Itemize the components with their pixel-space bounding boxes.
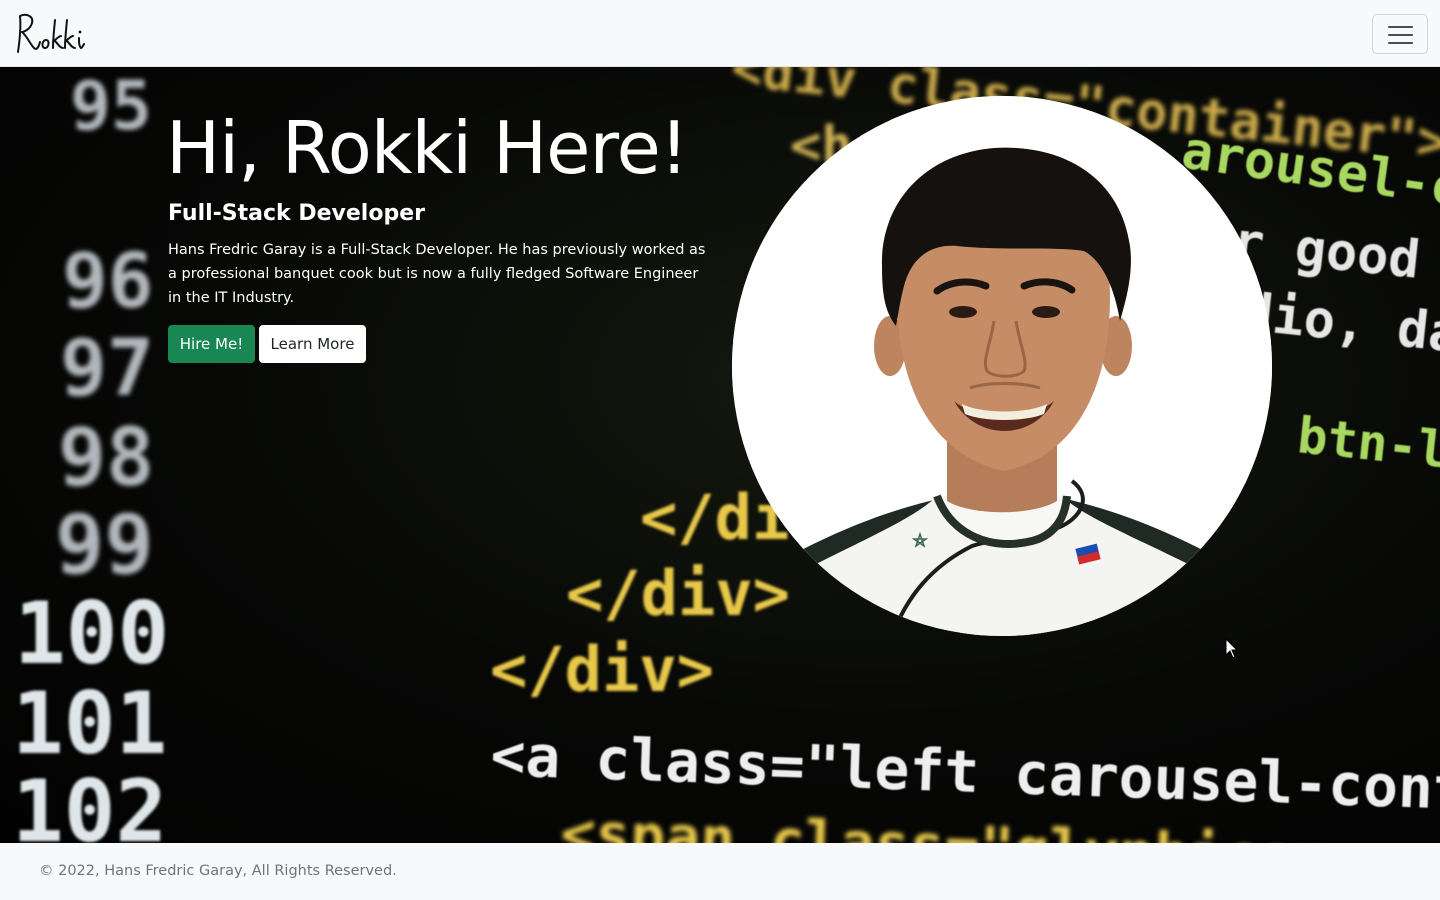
mouse-cursor-icon	[1225, 638, 1239, 659]
line-number: 100	[14, 584, 169, 684]
hero-description: Hans Fredric Garay is a Full-Stack Devel…	[168, 242, 706, 306]
brand-logo[interactable]	[12, 8, 86, 58]
copyright-text: © 2022, Hans Fredric Garay, All Rights R…	[39, 863, 397, 879]
line-number: 102	[12, 762, 167, 843]
line-number: 101	[12, 674, 167, 774]
profile-photo	[732, 96, 1272, 636]
hamburger-menu-icon-bar	[1388, 34, 1413, 36]
hero-section: 95 96 97 98 99 100 101 102 <div class="c…	[0, 67, 1440, 843]
code-snippet: </div>	[566, 557, 790, 630]
footer: © 2022, Hans Fredric Garay, All Rights R…	[0, 843, 1440, 900]
navbar-toggler-button[interactable]	[1372, 14, 1428, 54]
line-number: 97	[60, 324, 154, 414]
hamburger-menu-icon-bar	[1388, 42, 1413, 44]
line-number: 99	[55, 498, 154, 593]
hero-title: Hi, Rokki Here!	[166, 106, 689, 190]
hero-subtitle: Full-Stack Developer	[168, 201, 425, 226]
rokki-signature-logo	[17, 13, 85, 53]
line-number: 98	[58, 411, 154, 504]
hamburger-menu-icon	[1388, 26, 1413, 28]
navbar	[0, 0, 1440, 67]
line-number: 95	[70, 67, 152, 146]
hire-me-button[interactable]: Hire Me!	[168, 325, 255, 363]
portrait-illustration	[732, 96, 1272, 636]
learn-more-button[interactable]: Learn More	[259, 325, 366, 363]
line-number: 96	[62, 236, 154, 325]
code-snippet: btn-lg	[1295, 406, 1440, 483]
code-snippet: </div>	[490, 633, 714, 706]
